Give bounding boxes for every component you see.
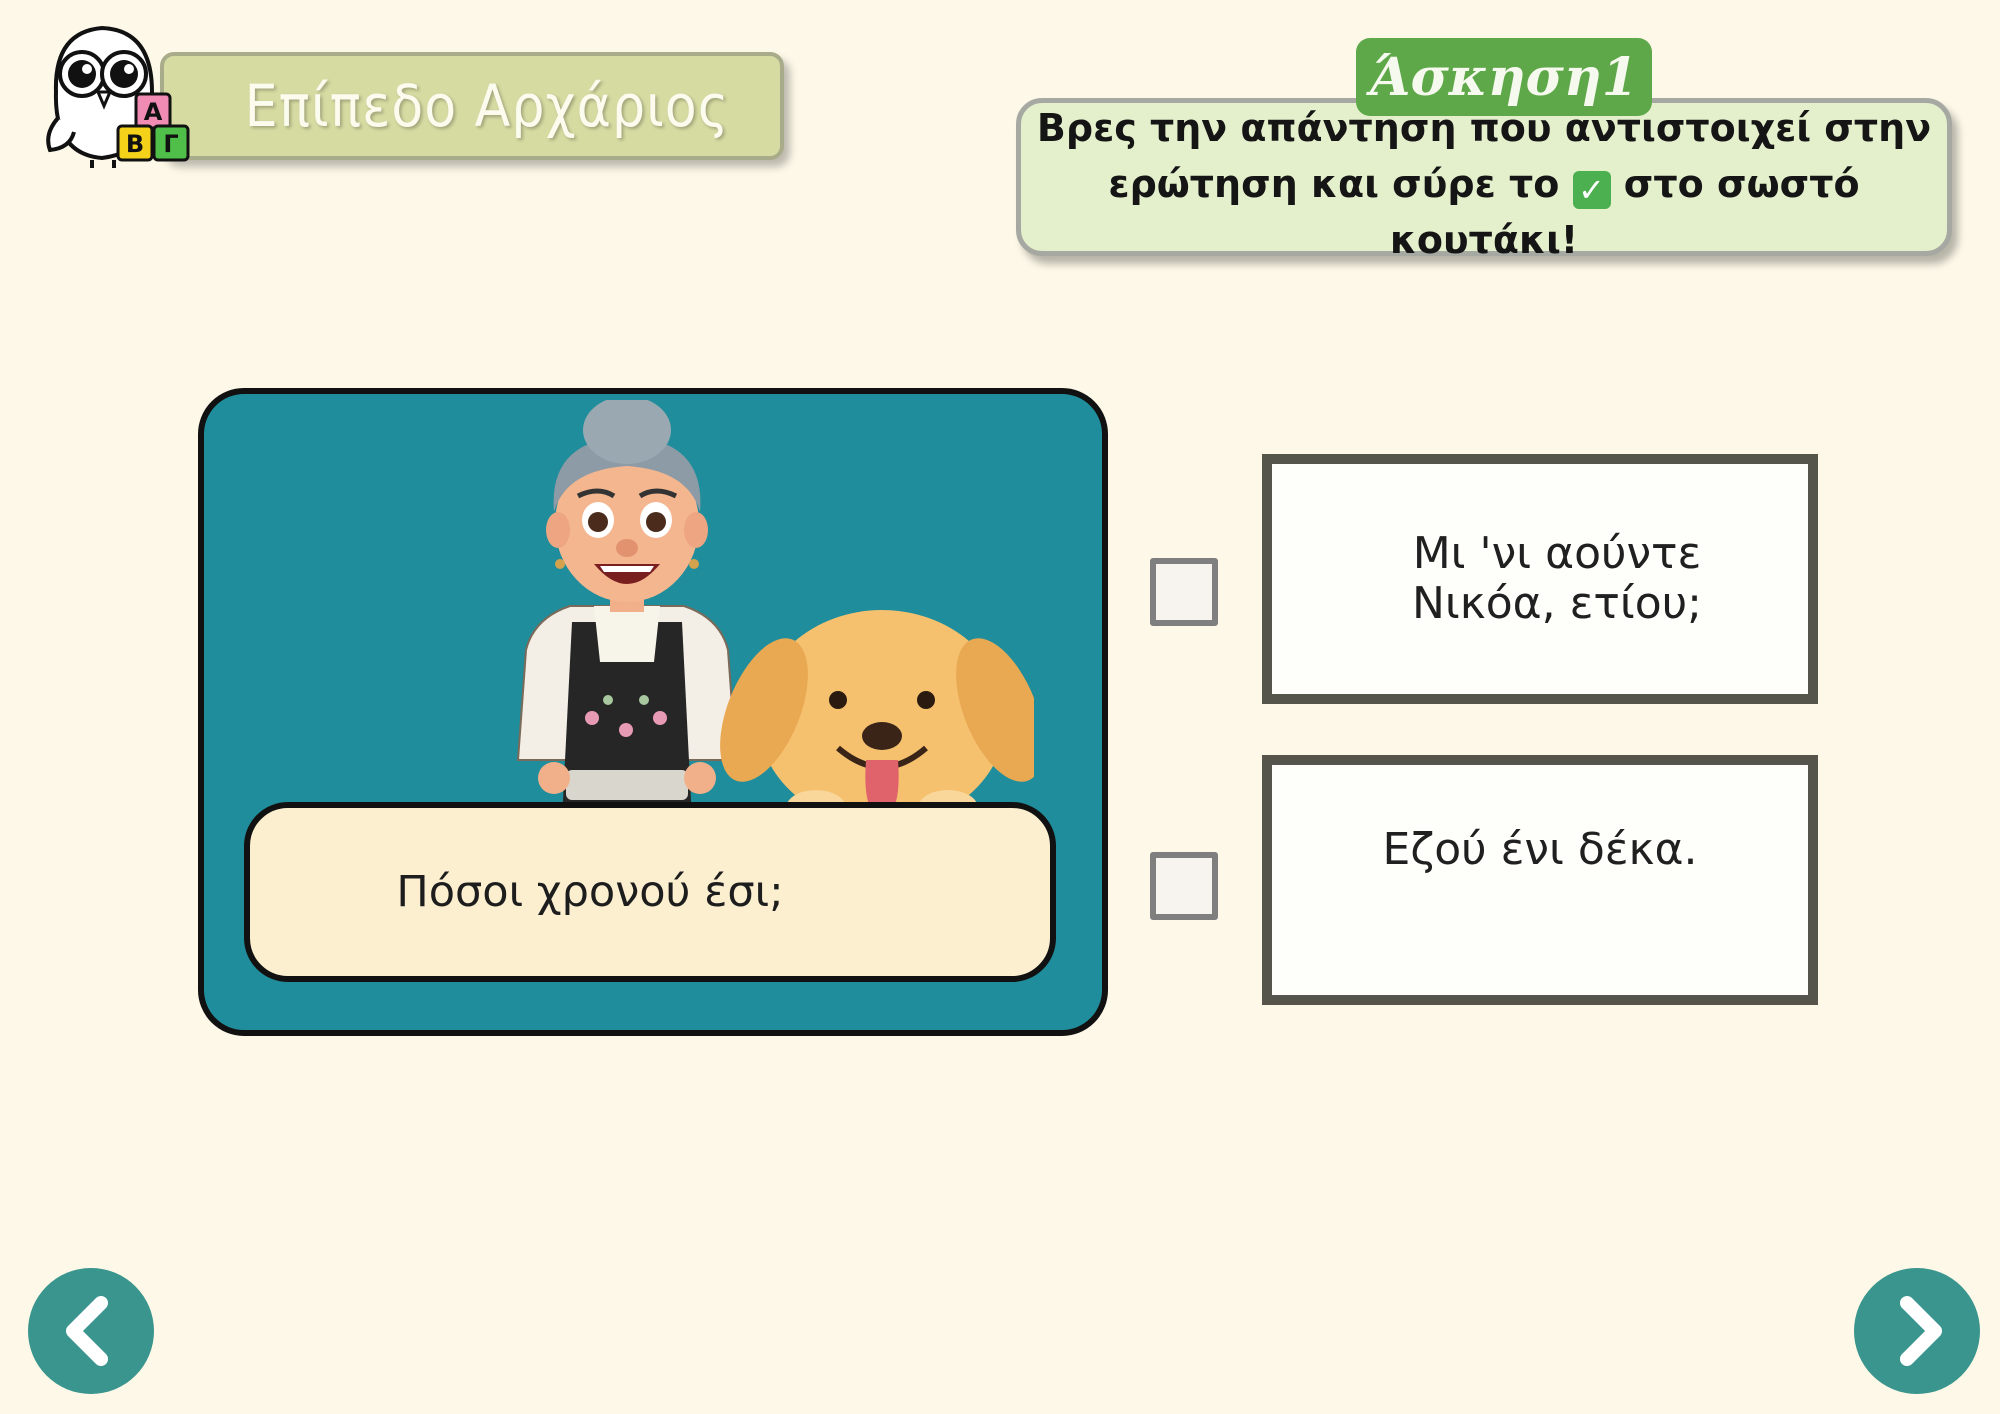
checkmark-icon: ✓: [1572, 171, 1611, 209]
instruction-box: Βρες την απάντηση που αντιστοιχεί στην ε…: [1016, 98, 1952, 262]
grandmother-dog-illustration: [474, 396, 1044, 826]
answer-option-2-text: Εζού ένι δέκα.: [1382, 824, 1698, 875]
answer-checkbox-1[interactable]: [1150, 558, 1218, 626]
logo-letter-b: Β: [126, 130, 144, 158]
dog-figure: [720, 610, 1044, 826]
exercise-title-tab: Άσκηση1: [1356, 38, 1652, 116]
answer-option-2[interactable]: Εζού ένι δέκα.: [1262, 755, 1818, 1005]
previous-button[interactable]: [28, 1268, 154, 1394]
answer-option-1-text: Μι 'νι αούντε Νικόα, ετίου;: [1412, 528, 1702, 629]
question-card: Πόσοι χρονού έσι;: [198, 388, 1108, 1036]
instruction-text: Βρες την απάντηση που αντιστοιχεί στην ε…: [1021, 100, 1947, 268]
chevron-left-icon: [66, 1296, 108, 1366]
level-banner: Επίπεδο Αρχάριος: [160, 52, 784, 160]
exercise-title: Άσκηση1: [1370, 46, 1638, 108]
owl-logo: Α Β Γ: [44, 22, 204, 172]
grandmother-figure: [516, 396, 738, 820]
logo-letter-g: Γ: [163, 130, 178, 158]
level-label: Επίπεδο Αρχάριος: [244, 72, 730, 140]
chevron-right-icon: [1900, 1296, 1942, 1366]
question-text: Πόσοι χρονού έσι;: [396, 867, 784, 917]
logo-letter-a: Α: [144, 98, 163, 126]
answer-option-1[interactable]: Μι 'νι αούντε Νικόα, ετίου;: [1262, 454, 1818, 704]
instruction-line-2-start: ερώτηση και σύρε το: [1108, 162, 1560, 206]
answer-checkbox-2[interactable]: [1150, 852, 1218, 920]
question-bubble: Πόσοι χρονού έσι;: [244, 802, 1056, 982]
next-button[interactable]: [1854, 1268, 1980, 1394]
